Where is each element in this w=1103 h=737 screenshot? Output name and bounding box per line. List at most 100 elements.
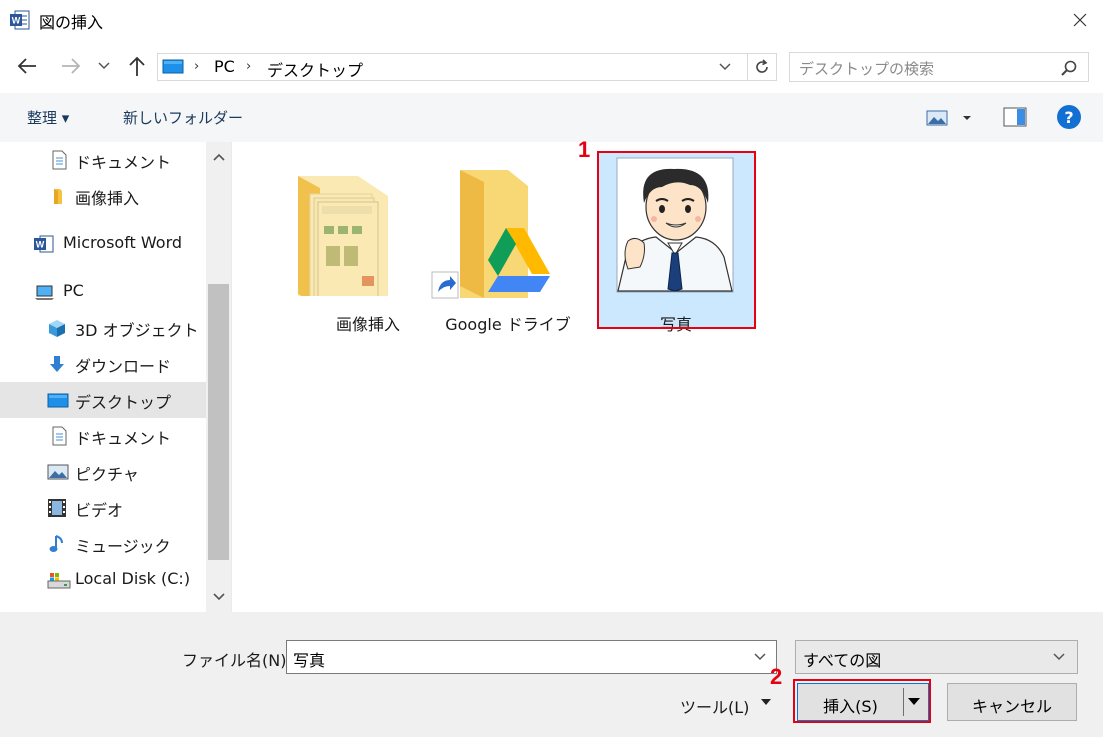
preview-pane-button[interactable]	[1003, 106, 1027, 128]
tools-label: ツール(L)	[680, 698, 750, 717]
view-options-button[interactable]	[926, 107, 976, 129]
chevron-right-icon: ›	[194, 59, 200, 74]
file-item-google-drive-folder[interactable]: Google ドライブ	[428, 152, 588, 334]
file-list: 画像挿入 Google ドライブ 写真 1	[233, 137, 1103, 612]
help-icon: ?	[1064, 107, 1074, 127]
word-icon: W	[10, 10, 30, 30]
sidebar-item-microsoft-word[interactable]: W Microsoft Word	[0, 226, 206, 262]
svg-text:W: W	[36, 240, 45, 250]
sidebar-item-label: ドキュメント	[75, 153, 172, 172]
video-icon	[48, 499, 66, 517]
bottom-panel	[0, 612, 1103, 737]
address-dropdown-button[interactable]	[712, 54, 738, 80]
tools-button[interactable]: ツール(L)	[680, 690, 780, 718]
split-divider	[903, 688, 904, 716]
sidebar-item-label: Microsoft Word	[63, 233, 183, 252]
cancel-button[interactable]: キャンセル	[947, 683, 1077, 721]
file-type-select[interactable]: すべての図	[795, 640, 1078, 674]
breadcrumb-pc[interactable]: PC	[214, 57, 235, 76]
forward-button[interactable]	[57, 52, 85, 80]
scroll-down-button[interactable]	[206, 582, 231, 612]
filename-value: 写真	[293, 651, 326, 670]
search-box[interactable]: デスクトップの検索	[789, 52, 1089, 82]
back-button[interactable]	[13, 52, 41, 80]
sidebar-item-desktop[interactable]: デスクトップ	[0, 382, 206, 418]
sidebar-item-label: Local Disk (C:)	[75, 569, 191, 588]
google-drive-folder-icon	[431, 170, 550, 299]
nav-pane-scrollbar[interactable]	[206, 142, 231, 612]
chevron-down-icon	[754, 653, 766, 661]
view-icon	[926, 110, 971, 126]
insert-label: 挿入(S)	[823, 697, 878, 716]
download-icon	[50, 356, 64, 372]
chevron-down-icon	[212, 593, 225, 601]
sidebar-item-videos[interactable]: ビデオ	[0, 490, 206, 526]
sidebar-item-label: ドキュメント	[75, 429, 172, 448]
photo-thumbnail	[616, 157, 734, 293]
new-folder-button[interactable]: 新しいフォルダー	[123, 107, 243, 128]
forward-arrow-icon	[62, 58, 81, 74]
search-icon[interactable]	[1060, 59, 1078, 77]
chevron-down-icon	[719, 63, 731, 71]
cube-icon	[49, 320, 65, 337]
up-arrow-icon	[129, 56, 145, 76]
sidebar-item-documents[interactable]: ドキュメント	[0, 418, 206, 454]
sidebar-item-label: PC	[63, 281, 84, 300]
title-bar: W 図の挿入	[0, 0, 1103, 40]
cancel-label: キャンセル	[971, 697, 1052, 716]
file-name: Google ドライブ	[445, 315, 571, 334]
insert-button[interactable]: 挿入(S)	[797, 683, 929, 721]
sidebar-item-3d-objects[interactable]: 3D オブジェクト	[0, 310, 206, 346]
picture-icon	[47, 464, 69, 480]
close-icon	[1073, 13, 1087, 27]
word-icon: W	[34, 235, 54, 253]
sidebar-item-label: ダウンロード	[75, 357, 172, 376]
svg-text:W: W	[12, 16, 21, 26]
document-icon	[52, 150, 67, 170]
sidebar-item-music[interactable]: ミュージック	[0, 526, 206, 562]
back-arrow-icon	[17, 58, 36, 74]
refresh-button[interactable]	[747, 53, 777, 81]
preview-pane-icon	[1003, 107, 1027, 127]
filename-input[interactable]: 写真	[286, 640, 777, 674]
organize-button[interactable]: 整理 ▾	[27, 107, 69, 128]
sidebar-item-label: ビデオ	[75, 501, 124, 520]
close-button[interactable]	[1057, 0, 1103, 40]
file-item-photo[interactable]: 写真	[598, 152, 754, 334]
command-bar: 整理 ▾ 新しいフォルダー ?	[0, 93, 1103, 142]
chevron-right-icon: ›	[246, 59, 252, 74]
chevron-down-icon	[1053, 653, 1065, 661]
annotation-number-2: 2	[770, 664, 783, 689]
file-type-dropdown-button[interactable]	[1047, 645, 1071, 669]
sidebar-item-label: デスクトップ	[75, 393, 172, 412]
sidebar-item-label: ミュージック	[75, 537, 171, 556]
breadcrumb-desktop[interactable]: デスクトップ	[267, 57, 363, 81]
file-item-gazou-sonyu-folder[interactable]: 画像挿入	[288, 152, 448, 334]
sidebar-item-local-disk[interactable]: Local Disk (C:)	[0, 562, 206, 598]
sidebar-item-label: 画像挿入	[75, 189, 140, 208]
file-type-value: すべての図	[803, 651, 882, 670]
sidebar-item-pictures[interactable]: ピクチャ	[0, 454, 206, 490]
music-icon	[49, 535, 63, 552]
caret-down-icon[interactable]	[907, 697, 921, 706]
desktop-icon	[162, 59, 184, 74]
window-title: 図の挿入	[39, 13, 104, 32]
refresh-icon	[756, 59, 768, 73]
chevron-down-icon	[98, 62, 110, 70]
desktop-icon	[47, 393, 69, 408]
sidebar-item-pc[interactable]: PC	[0, 274, 206, 310]
sidebar-item-downloads[interactable]: ダウンロード	[0, 346, 206, 382]
scroll-up-button[interactable]	[206, 142, 231, 172]
pc-icon	[35, 285, 54, 300]
navigation-pane: ドキュメント 画像挿入 W Microsoft Word PC 3D オブジェク…	[0, 142, 232, 612]
filename-dropdown-button[interactable]	[748, 645, 772, 669]
scroll-thumb[interactable]	[208, 284, 229, 560]
sidebar-item-gazou-sonyu[interactable]: 画像挿入	[0, 178, 206, 214]
address-bar[interactable]: › PC › デスクトップ	[157, 53, 777, 81]
sidebar-item-label: ピクチャ	[75, 465, 139, 484]
caret-down-icon	[761, 699, 771, 705]
up-button[interactable]	[123, 52, 151, 80]
recent-locations-button[interactable]	[92, 52, 116, 80]
help-button[interactable]: ?	[1057, 105, 1081, 129]
sidebar-item-documents-pinned[interactable]: ドキュメント	[0, 142, 206, 178]
